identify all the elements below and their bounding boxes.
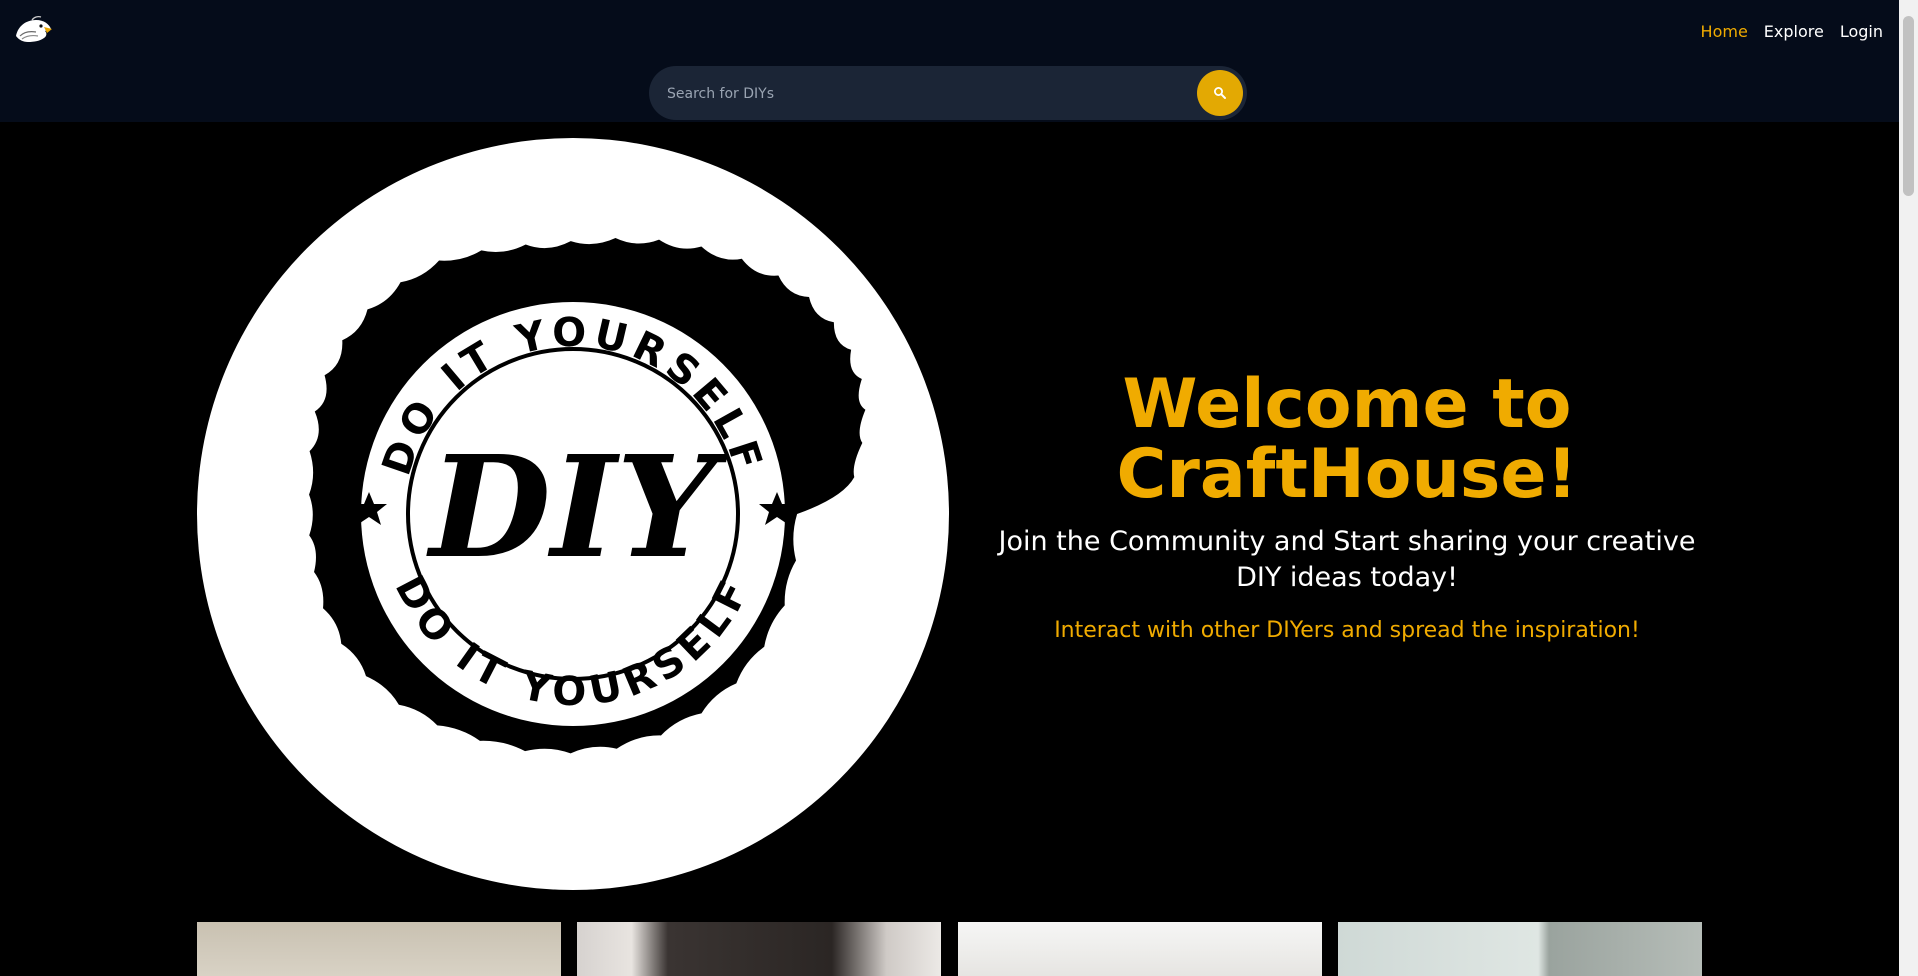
diy-badge-image: DO IT YOURSELF DO IT YOURSELF DIY [197,138,949,890]
hero-title: Welcome to CraftHouse! [1116,365,1578,514]
badge-center-text: DIY [426,426,729,590]
diy-card[interactable] [197,922,561,976]
search-input[interactable] [665,66,1189,122]
search-bar [649,66,1247,122]
top-header: Home Explore Login [0,0,1899,122]
page-scrollbar[interactable] [1899,0,1918,976]
nav-explore-link[interactable]: Explore [1764,22,1824,41]
eagle-logo-icon[interactable] [14,14,54,48]
diy-card-strip [197,922,1702,976]
main-nav: Home Explore Login [1701,22,1883,41]
hero-subtitle: Join the Community and Start sharing you… [998,526,1696,593]
nav-login-link[interactable]: Login [1840,22,1883,41]
diy-card[interactable] [958,922,1322,976]
search-icon [1214,87,1226,99]
nav-home-link[interactable]: Home [1701,22,1748,41]
scrollbar-thumb[interactable] [1903,16,1914,196]
diy-card[interactable] [1338,922,1702,976]
diy-card[interactable] [577,922,941,976]
page: Home Explore Login Search for DIYs DO IT… [0,0,1918,976]
hero-tagline: Interact with other DIYers and spread th… [1054,618,1640,643]
hero-text-block: Welcome to CraftHouse! Join the Communit… [992,370,1702,646]
search-button[interactable] [1197,70,1243,116]
